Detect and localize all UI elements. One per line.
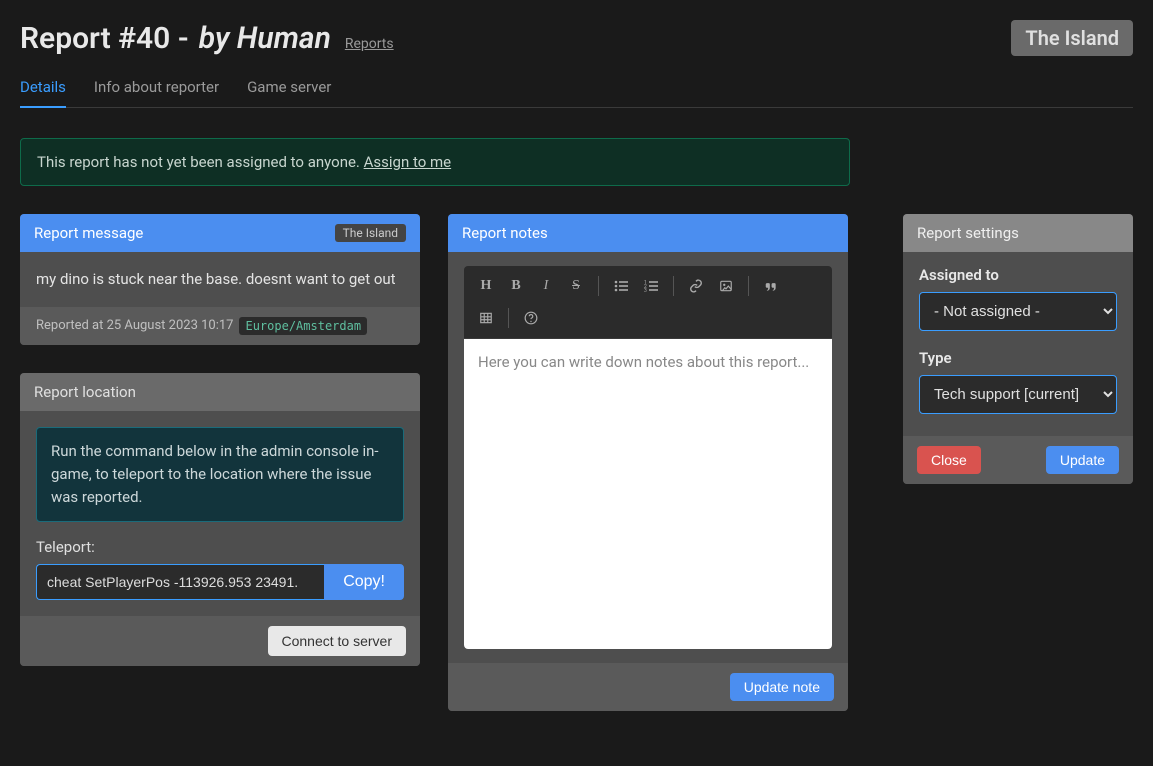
report-message-server-badge: The Island bbox=[335, 224, 406, 242]
copy-button[interactable]: Copy! bbox=[324, 564, 404, 600]
update-button[interactable]: Update bbox=[1046, 446, 1119, 474]
quote-icon[interactable] bbox=[757, 272, 785, 300]
connect-to-server-button[interactable]: Connect to server bbox=[268, 626, 407, 656]
notes-textarea[interactable]: Here you can write down notes about this… bbox=[464, 339, 832, 649]
ul-icon[interactable] bbox=[607, 272, 635, 300]
notes-editor: H B I S 123 bbox=[464, 266, 832, 649]
report-notes-header: Report notes bbox=[448, 214, 848, 252]
report-message-body: my dino is stuck near the base. doesnt w… bbox=[36, 268, 404, 291]
toolbar-separator bbox=[598, 276, 599, 296]
teleport-command-input[interactable] bbox=[36, 564, 324, 600]
server-badge: The Island bbox=[1011, 20, 1133, 56]
teleport-info: Run the command below in the admin conso… bbox=[36, 427, 404, 523]
report-settings-header: Report settings bbox=[903, 214, 1133, 252]
strikethrough-icon[interactable]: S bbox=[562, 272, 590, 300]
reported-at-label: Reported at 25 August 2023 10:17 bbox=[36, 318, 233, 333]
image-icon[interactable] bbox=[712, 272, 740, 300]
title-prefix: Report #40 - bbox=[20, 21, 189, 56]
teleport-input-group: Copy! bbox=[36, 564, 404, 600]
assign-to-me-link[interactable]: Assign to me bbox=[364, 153, 452, 171]
type-label: Type bbox=[919, 349, 1117, 367]
close-button[interactable]: Close bbox=[917, 446, 981, 474]
page-title: Report #40 - by Human Reports bbox=[20, 21, 394, 56]
svg-text:3: 3 bbox=[644, 288, 647, 293]
tab-game-server[interactable]: Game server bbox=[247, 70, 331, 107]
help-icon[interactable] bbox=[517, 304, 545, 332]
report-message-title: Report message bbox=[34, 224, 143, 242]
report-message-panel: Report message The Island my dino is stu… bbox=[20, 214, 420, 345]
report-message-meta: Reported at 25 August 2023 10:17 Europe/… bbox=[20, 307, 420, 345]
bold-icon[interactable]: B bbox=[502, 272, 530, 300]
report-notes-panel: Report notes H B I S 123 bbox=[448, 214, 848, 711]
tab-info-about-reporter[interactable]: Info about reporter bbox=[94, 70, 219, 107]
report-location-panel: Report location Run the command below in… bbox=[20, 373, 420, 667]
toolbar-separator bbox=[748, 276, 749, 296]
toolbar-separator bbox=[508, 308, 509, 328]
assigned-to-select[interactable]: - Not assigned - bbox=[919, 292, 1117, 331]
italic-icon[interactable]: I bbox=[532, 272, 560, 300]
editor-toolbar: H B I S 123 bbox=[464, 266, 832, 339]
type-select[interactable]: Tech support [current] bbox=[919, 375, 1117, 414]
tab-details[interactable]: Details bbox=[20, 70, 66, 108]
page-header: Report #40 - by Human Reports The Island bbox=[20, 20, 1133, 56]
breadcrumb-reports[interactable]: Reports bbox=[345, 36, 394, 52]
assigned-to-label: Assigned to bbox=[919, 266, 1117, 284]
report-location-header: Report location bbox=[20, 373, 420, 411]
toolbar-separator bbox=[673, 276, 674, 296]
unassigned-alert: This report has not yet been assigned to… bbox=[20, 138, 850, 186]
timezone-badge: Europe/Amsterdam bbox=[239, 317, 367, 335]
teleport-label: Teleport: bbox=[36, 538, 404, 556]
report-settings-panel: Report settings Assigned to - Not assign… bbox=[903, 214, 1133, 484]
tabs: Details Info about reporter Game server bbox=[20, 70, 1133, 108]
report-message-header: Report message The Island bbox=[20, 214, 420, 252]
table-icon[interactable] bbox=[472, 304, 500, 332]
title-byline: by Human bbox=[199, 21, 331, 56]
alert-text: This report has not yet been assigned to… bbox=[37, 153, 360, 171]
link-icon[interactable] bbox=[682, 272, 710, 300]
update-note-button[interactable]: Update note bbox=[730, 673, 834, 701]
ol-icon[interactable]: 123 bbox=[637, 272, 665, 300]
heading-icon[interactable]: H bbox=[472, 272, 500, 300]
